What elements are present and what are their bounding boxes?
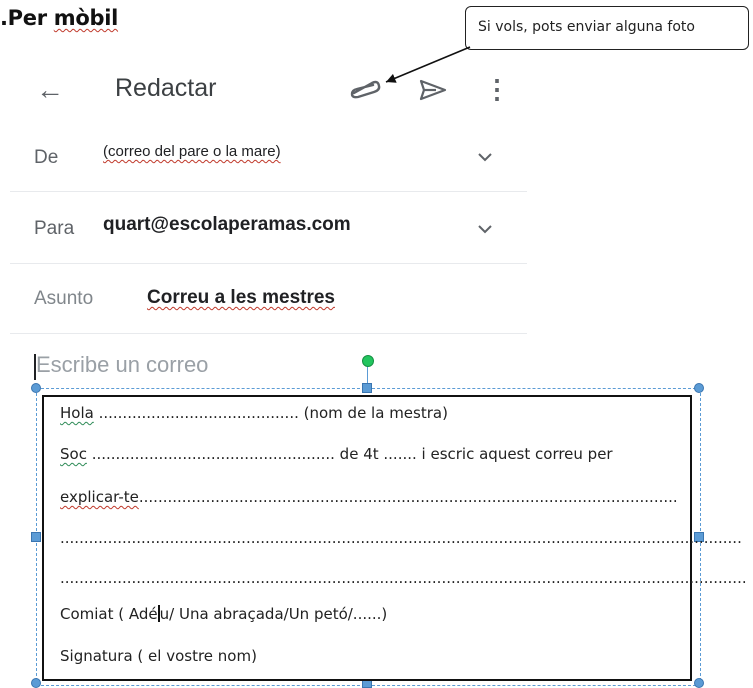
template-line-intro: Soc ....................................… bbox=[60, 445, 613, 463]
chevron-down-icon[interactable] bbox=[476, 223, 494, 235]
template-textbox[interactable]: Hola ...................................… bbox=[42, 395, 747, 681]
template-line-signature: Signatura ( el vostre nom) bbox=[60, 647, 257, 665]
greeting-dots: ........................................… bbox=[93, 404, 299, 422]
blank-dots-1: ........................................… bbox=[60, 529, 742, 547]
subject-label: Asunto bbox=[34, 288, 94, 309]
to-value[interactable]: quart@escolaperamas.com bbox=[103, 214, 351, 236]
closing-pre: Comiat ( Adé bbox=[60, 605, 158, 623]
resize-handle-top[interactable] bbox=[362, 383, 372, 393]
from-value-text: (correo del pare o la mare) bbox=[103, 143, 281, 160]
blank-dots-2: ........................................… bbox=[60, 569, 747, 587]
subject-value[interactable]: Correu a les mestres bbox=[147, 287, 335, 309]
compose-title: Redactar bbox=[115, 74, 217, 102]
signature-text: Signatura ( el vostre nom) bbox=[60, 647, 257, 665]
resize-handle-bl[interactable] bbox=[31, 678, 41, 688]
callout-text: Si vols, pots enviar alguna foto bbox=[478, 19, 695, 35]
explain-word: explicar-te bbox=[60, 488, 139, 506]
chevron-down-icon[interactable] bbox=[476, 151, 494, 163]
explain-dots: ........................................… bbox=[138, 488, 678, 506]
paperclip-icon[interactable] bbox=[348, 78, 382, 105]
template-line-explain: explicar-te.............................… bbox=[60, 488, 678, 506]
heading: .Per mòbil bbox=[0, 6, 118, 30]
compose-body-input[interactable]: Escribe un correo bbox=[36, 352, 208, 378]
from-row[interactable]: De (correo del pare o la mare) bbox=[10, 125, 527, 192]
template-line-blank-1: ........................................… bbox=[60, 529, 742, 547]
callout-note: Si vols, pots enviar alguna foto bbox=[465, 6, 749, 50]
greeting-word: Hola bbox=[60, 404, 94, 422]
more-vert-icon[interactable]: ⋮ bbox=[484, 74, 510, 105]
closing-post: u/ Una abraçada/Un petó/......) bbox=[159, 605, 388, 623]
resize-handle-tr[interactable] bbox=[694, 383, 704, 393]
intro-dots: ........................................… bbox=[86, 445, 335, 463]
greeting-end: (nom de la mestra) bbox=[298, 404, 448, 422]
heading-word: mòbil bbox=[53, 6, 119, 30]
from-label: De bbox=[34, 147, 59, 168]
from-value: (correo del pare o la mare) bbox=[103, 143, 281, 160]
to-label: Para bbox=[34, 218, 75, 239]
intro-mid: de 4t ....... i escric aquest correu per bbox=[334, 445, 613, 463]
rotate-handle[interactable] bbox=[362, 355, 374, 367]
template-line-blank-2: ........................................… bbox=[60, 569, 747, 587]
template-line-closing: Comiat ( Adé u/ Una abraçada/Un petó/....… bbox=[60, 605, 387, 623]
heading-prefix: .Per bbox=[0, 6, 54, 30]
send-icon[interactable] bbox=[418, 78, 448, 107]
subject-row[interactable]: Asunto Correu a les mestres bbox=[10, 263, 527, 334]
arrow-back-icon[interactable]: ← bbox=[36, 74, 64, 106]
resize-handle-tl[interactable] bbox=[31, 383, 41, 393]
intro-word: Soc bbox=[60, 445, 87, 463]
resize-handle-left[interactable] bbox=[31, 532, 41, 542]
resize-handle-br[interactable] bbox=[694, 678, 704, 688]
to-row[interactable]: Para quart@escolaperamas.com bbox=[10, 191, 527, 264]
template-line-greeting: Hola ...................................… bbox=[60, 404, 448, 422]
